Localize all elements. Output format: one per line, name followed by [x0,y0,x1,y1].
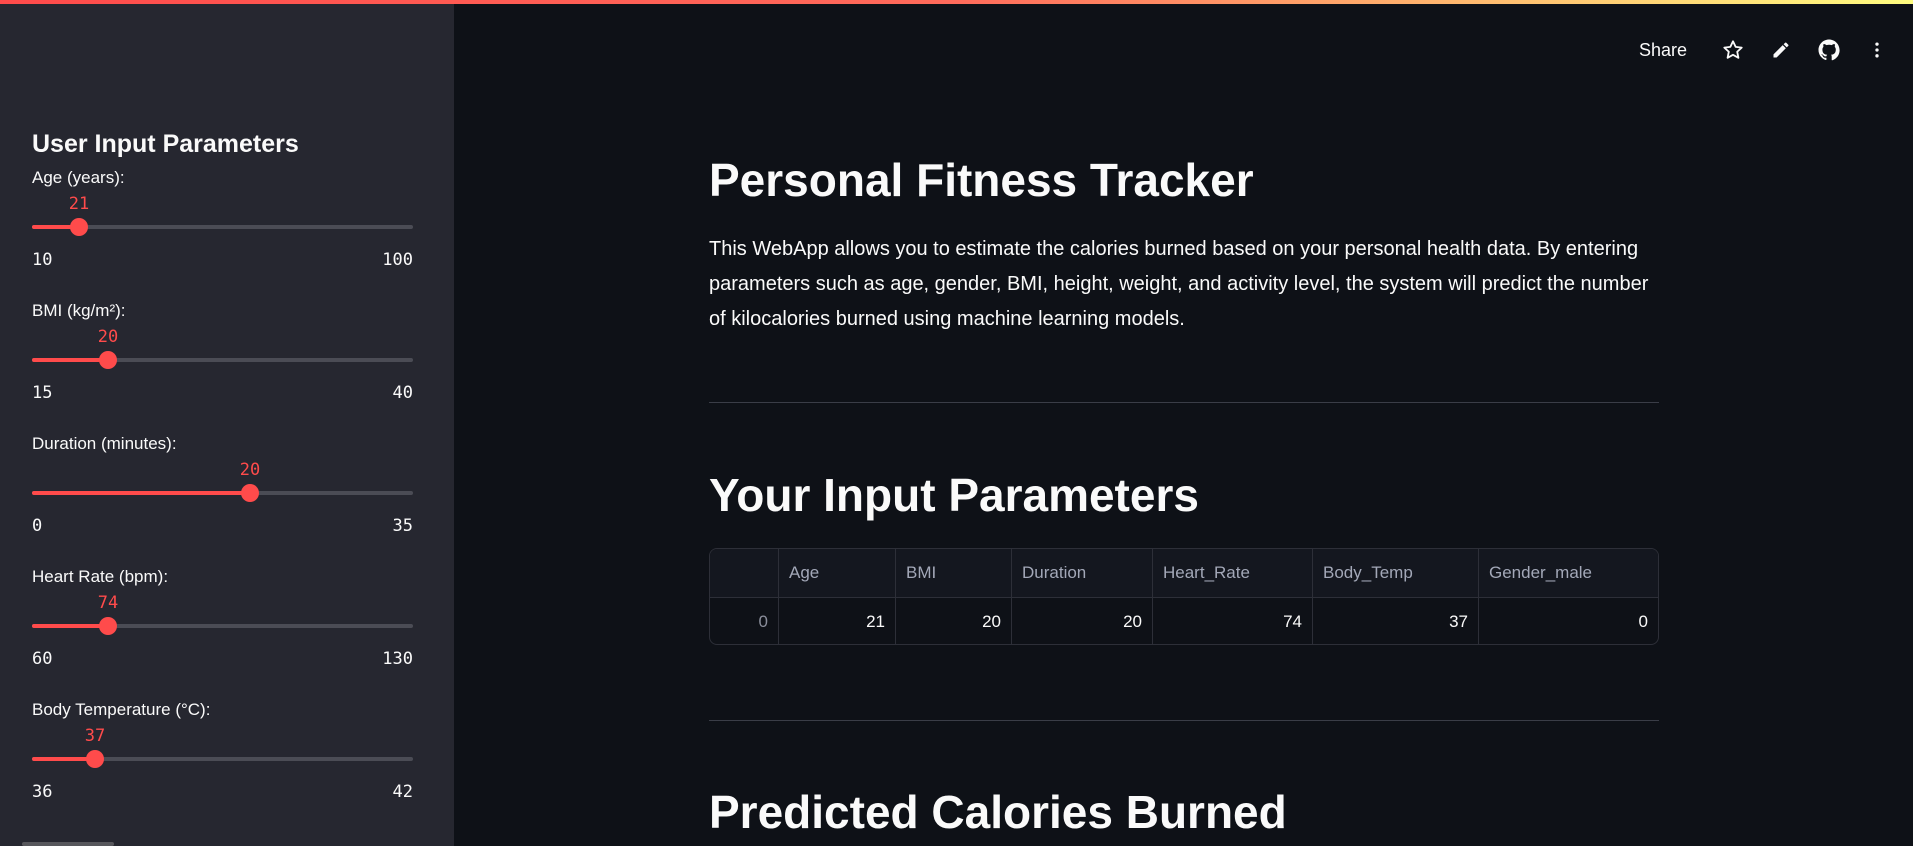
slider-label: Body Temperature (°C): [32,700,211,719]
slider-thumb[interactable] [99,617,117,635]
slider-value: 37 [84,726,106,746]
slider-fill [32,624,108,628]
sidebar: User Input Parameters Age (years): 21 10… [0,0,454,846]
table-header-row: Age BMI Duration Heart_Rate Body_Temp Ge… [710,549,1658,597]
github-icon[interactable] [1805,30,1853,70]
app-description: This WebApp allows you to estimate the c… [709,238,1649,330]
table-cell[interactable]: 0 [1479,598,1658,644]
slider-thumb[interactable] [70,218,88,236]
table-header-cell[interactable]: Body_Temp [1313,549,1479,597]
slider-max: 42 [392,782,413,802]
share-button[interactable]: Share [1639,40,1687,61]
app-toolbar: Share [1639,30,1901,70]
input-parameters-table[interactable]: Age BMI Duration Heart_Rate Body_Temp Ge… [709,548,1659,645]
divider [709,402,1659,403]
slider-min: 36 [32,782,53,802]
age-slider[interactable] [32,218,413,236]
bmi-slider[interactable] [32,351,413,369]
duration-slider[interactable] [32,484,413,502]
slider-value: 20 [239,460,261,480]
slider-value: 74 [97,593,119,613]
input-parameters-heading: Your Input Parameters [709,469,1199,521]
slider-value: 21 [68,194,90,214]
slider-label: BMI (kg/m²): [32,301,126,320]
slider-label: Heart Rate (bpm): [32,567,169,586]
table-row: 0 21 20 20 74 37 0 [710,597,1658,644]
sidebar-scrollbar[interactable] [22,842,114,846]
slider-fill [32,491,250,495]
slider-thumb[interactable] [86,750,104,768]
slider-thumb[interactable] [241,484,259,502]
duration-slider-group: Duration (minutes): 20 0 35 [32,373,413,536]
table-cell[interactable]: 20 [896,598,1012,644]
sidebar-content: User Input Parameters Age (years): 21 10… [32,130,413,802]
slider-label: Age (years): [32,168,125,187]
top-decoration-stripe [0,0,1913,4]
table-cell[interactable]: 20 [1012,598,1153,644]
age-slider-group: Age (years): 21 10 100 [32,107,413,270]
divider [709,720,1659,721]
body-temperature-slider-group: Body Temperature (°C): 37 36 42 [32,639,413,802]
table-header-cell[interactable]: Age [779,549,896,597]
slider-fill [32,358,108,362]
table-index-cell: 0 [710,598,779,644]
page-title: Personal Fitness Tracker [709,154,1254,206]
heart-rate-slider-group: Heart Rate (bpm): 74 60 130 [32,506,413,669]
slider-value: 20 [97,327,119,347]
table-cell[interactable]: 74 [1153,598,1313,644]
table-header-cell [710,549,779,597]
slider-thumb[interactable] [99,351,117,369]
slider-label: Duration (minutes): [32,434,177,453]
table-cell[interactable]: 21 [779,598,896,644]
table-header-cell[interactable]: BMI [896,549,1012,597]
table-header-cell[interactable]: Gender_male [1479,549,1658,597]
bmi-slider-group: BMI (kg/m²): 20 15 40 [32,240,413,403]
heart-rate-slider[interactable] [32,617,413,635]
table-cell[interactable]: 37 [1313,598,1479,644]
star-icon[interactable] [1709,30,1757,70]
body-temperature-slider[interactable] [32,750,413,768]
more-vertical-icon[interactable] [1853,30,1901,70]
table-header-cell[interactable]: Duration [1012,549,1153,597]
edit-pencil-icon[interactable] [1757,30,1805,70]
table-header-cell[interactable]: Heart_Rate [1153,549,1313,597]
predicted-calories-heading: Predicted Calories Burned [709,786,1287,838]
